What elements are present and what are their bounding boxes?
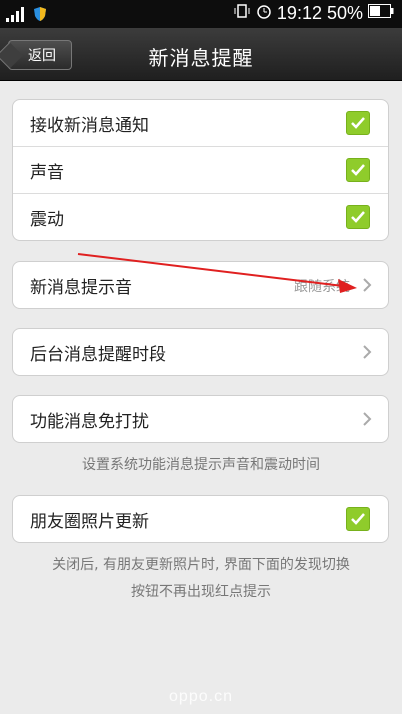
checkmark-icon [351, 164, 365, 176]
vibration-checkbox[interactable] [346, 205, 370, 229]
background-period-group: 后台消息提醒时段 [12, 328, 389, 376]
receive-notifications-checkbox[interactable] [346, 111, 370, 135]
notification-settings-group: 接收新消息通知 声音 震动 [12, 99, 389, 241]
ringtone-label: 新消息提示音 [30, 277, 132, 298]
battery-percent: 50% [326, 3, 363, 23]
alarm-icon [256, 3, 272, 24]
ringtone-row[interactable]: 新消息提示音 跟随系统 [13, 262, 388, 308]
receive-notifications-label: 接收新消息通知 [30, 115, 149, 136]
vibrate-icon [233, 3, 251, 24]
title-bar: 返回 新消息提醒 [0, 28, 402, 81]
watermark: oppo.cn [169, 688, 233, 705]
checkmark-icon [351, 513, 365, 525]
moments-update-group: 朋友圈照片更新 [12, 495, 389, 543]
sound-checkbox[interactable] [346, 158, 370, 182]
checkmark-icon [351, 117, 365, 129]
function-dnd-row[interactable]: 功能消息免打扰 [13, 396, 388, 442]
background-period-label: 后台消息提醒时段 [30, 344, 166, 365]
moments-update-label: 朋友圈照片更新 [30, 511, 149, 532]
function-dnd-label: 功能消息免打扰 [30, 411, 149, 432]
moments-note-line1: 关闭后, 有朋友更新照片时, 界面下面的发现切换 [52, 557, 350, 573]
chevron-right-icon [363, 345, 372, 359]
sound-row[interactable]: 声音 [13, 146, 388, 193]
function-note: 设置系统功能消息提示声音和震动时间 [82, 457, 320, 473]
clock-time: 19:12 [276, 3, 322, 23]
sound-label: 声音 [30, 162, 64, 183]
background-period-row[interactable]: 后台消息提醒时段 [13, 329, 388, 375]
chevron-right-icon [363, 412, 372, 426]
battery-icon [368, 4, 394, 23]
shield-icon [33, 6, 47, 27]
function-dnd-group: 功能消息免打扰 [12, 395, 389, 443]
chevron-right-icon [363, 278, 372, 292]
moments-note-line2: 按钮不再出现红点提示 [131, 584, 271, 600]
signal-icon [6, 6, 28, 27]
ringtone-group: 新消息提示音 跟随系统 [12, 261, 389, 309]
ringtone-value: 跟随系统 [294, 279, 350, 295]
checkmark-icon [351, 211, 365, 223]
moments-update-checkbox[interactable] [346, 507, 370, 531]
moments-update-row[interactable]: 朋友圈照片更新 [13, 496, 388, 542]
vibration-label: 震动 [30, 209, 64, 230]
vibration-row[interactable]: 震动 [13, 193, 388, 240]
status-bar: 19:12 50% [0, 0, 402, 28]
receive-notifications-row[interactable]: 接收新消息通知 [13, 100, 388, 146]
page-title: 新消息提醒 [148, 46, 254, 70]
